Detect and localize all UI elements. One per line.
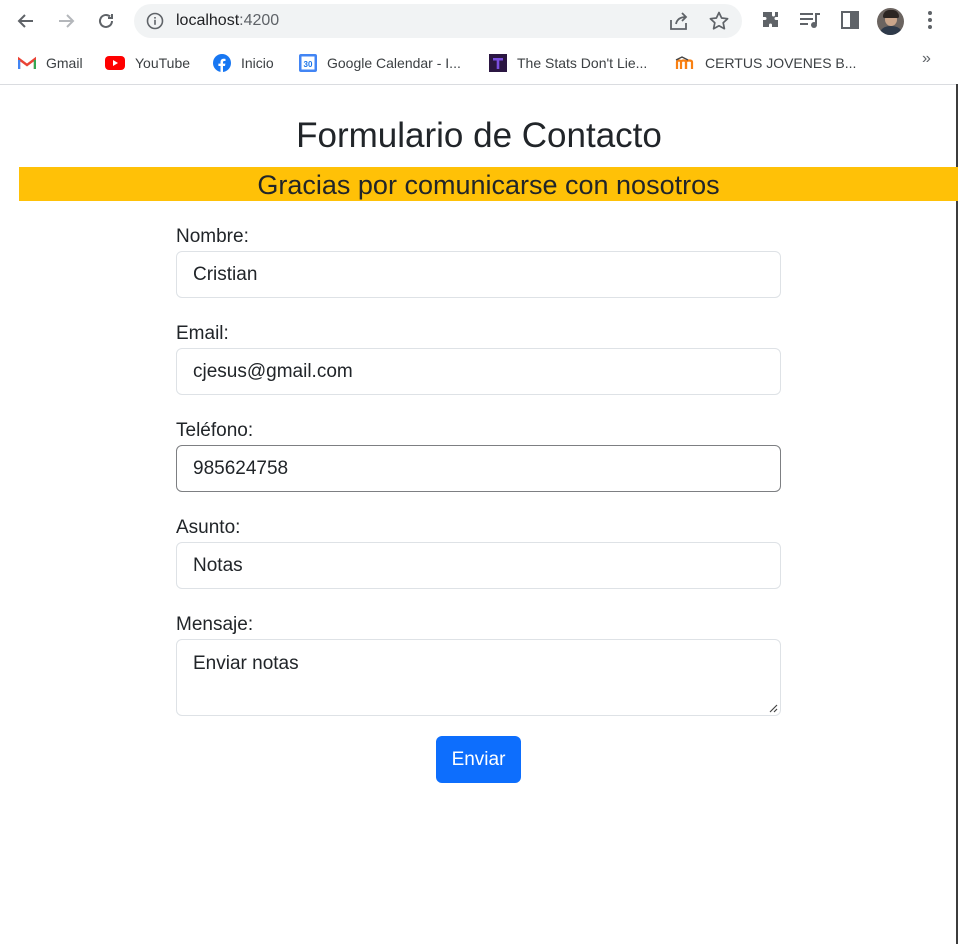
bookmark-google-calendar[interactable]: 30 Google Calendar - I... — [299, 52, 461, 74]
mensaje-textarea[interactable]: Enviar notas — [176, 639, 781, 716]
bookmark-stats[interactable]: The Stats Don't Lie... — [489, 52, 647, 74]
site-info-icon[interactable] — [146, 12, 164, 30]
calendar-day-text: 30 — [304, 60, 313, 69]
telefono-input[interactable]: 985624758 — [176, 445, 781, 492]
asunto-label: Asunto: — [176, 517, 241, 538]
profile-avatar[interactable] — [877, 8, 904, 35]
calendar-icon: 30 — [299, 54, 317, 72]
kebab-menu-icon[interactable] — [920, 9, 940, 31]
stats-icon — [489, 54, 507, 72]
address-bar[interactable]: localhost:4200 — [134, 4, 742, 38]
bookmark-youtube[interactable]: YouTube — [105, 52, 190, 74]
bookmark-label: Gmail — [46, 55, 83, 71]
thank-you-banner: Gracias por comunicarse con nosotros — [19, 167, 958, 201]
bookmark-certus[interactable]: CERTUS JOVENES B... — [675, 52, 856, 74]
nombre-label: Nombre: — [176, 226, 249, 247]
mensaje-text: Enviar notas — [193, 653, 299, 674]
bookmark-star-icon[interactable] — [708, 10, 730, 32]
nombre-input[interactable]: Cristian — [176, 251, 781, 298]
bookmark-label: Inicio — [241, 55, 274, 71]
youtube-icon — [105, 54, 125, 72]
bookmark-gmail[interactable]: Gmail — [18, 52, 83, 74]
bookmark-label: The Stats Don't Lie... — [517, 55, 648, 71]
reload-button[interactable] — [92, 7, 120, 35]
share-icon[interactable] — [668, 11, 690, 31]
email-label: Email: — [176, 323, 229, 344]
media-control-icon[interactable] — [798, 9, 822, 31]
side-panel-icon[interactable] — [839, 9, 861, 31]
bookmark-label: Google Calendar - I... — [327, 55, 461, 71]
moodle-icon — [675, 54, 695, 72]
page-title: Formulario de Contacto — [296, 116, 662, 155]
url-text: localhost:4200 — [176, 12, 279, 30]
back-button[interactable] — [12, 7, 40, 35]
bookmark-label: YouTube — [135, 55, 191, 71]
forward-button[interactable] — [52, 7, 80, 35]
url-host: localhost — [176, 12, 240, 29]
extensions-icon[interactable] — [760, 9, 782, 31]
telefono-label: Teléfono: — [176, 420, 254, 441]
gmail-icon — [18, 54, 36, 72]
facebook-icon — [213, 54, 231, 72]
back-arrow-icon — [17, 14, 33, 28]
forward-arrow-icon — [59, 14, 75, 28]
more-bookmarks-button[interactable]: » — [922, 50, 931, 68]
mensaje-label: Mensaje: — [176, 614, 254, 635]
submit-button[interactable]: Enviar — [436, 736, 521, 783]
browser-toolbar: localhost:4200 — [0, 0, 958, 42]
email-input[interactable]: cjesus@gmail.com — [176, 348, 781, 395]
resize-handle-icon[interactable] — [768, 703, 778, 713]
asunto-input[interactable]: Notas — [176, 542, 781, 589]
banner-text: Gracias por comunicarse con nosotros — [257, 170, 720, 200]
bookmarks-bar: Gmail YouTube Inicio 30 Google Calendar … — [0, 42, 958, 85]
bookmark-label: CERTUS JOVENES B... — [705, 55, 857, 71]
bookmark-inicio[interactable]: Inicio — [213, 52, 274, 74]
url-port: :4200 — [239, 12, 280, 29]
reload-icon — [99, 13, 113, 28]
